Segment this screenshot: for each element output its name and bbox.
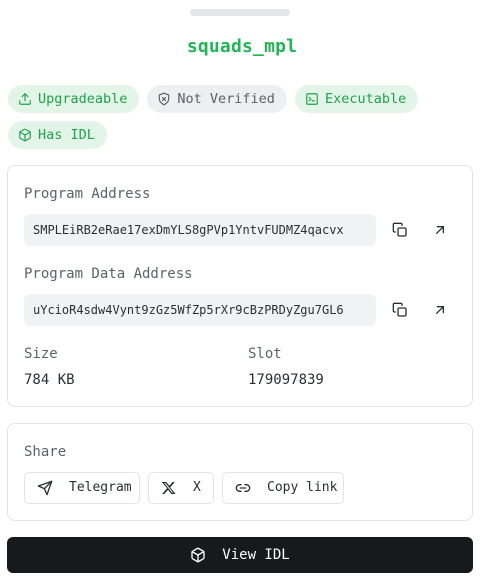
size-label: Size: [24, 346, 58, 362]
share-card: Share Telegram X Copy link: [7, 423, 473, 521]
view-idl-button[interactable]: View IDL: [7, 537, 473, 573]
share-x-button[interactable]: X: [148, 472, 214, 504]
program-address-label: Program Address: [24, 186, 151, 202]
cube-icon: [19, 128, 31, 142]
program-details-card: Program Address SMPLEiRB2eRae17exDmYLS8g…: [7, 165, 473, 407]
badge-executable: Executable: [294, 85, 419, 113]
external-link-icon: [436, 306, 444, 314]
external-link-icon: [436, 226, 444, 234]
program-name: squads_mpl: [186, 36, 298, 57]
slot-label: Slot: [248, 346, 282, 362]
copy-link-label: Copy link: [267, 480, 338, 495]
badge-label: Has IDL: [38, 127, 95, 143]
badge-label: Executable: [324, 91, 407, 107]
program-data-address-field[interactable]: uYcioR4sdw4Vynt9zGz5WfZp5rXr9cBzPRDyZgu7…: [24, 294, 376, 326]
badge-has-idl: Has IDL: [8, 121, 107, 149]
cube-icon: [191, 547, 205, 563]
badge-list: Upgradeable Not Verified Executable Has …: [8, 85, 478, 149]
share-telegram-label: Telegram: [69, 480, 132, 495]
badge-upgradeable: Upgradeable: [8, 85, 140, 113]
terminal-icon: [306, 93, 318, 105]
program-data-address-label: Program Data Address: [24, 266, 193, 282]
x-logo-icon: [161, 482, 176, 494]
send-icon: [37, 480, 53, 496]
program-address-field[interactable]: SMPLEiRB2eRae17exDmYLS8gPVp1YntvFUDMZ4qa…: [24, 214, 376, 246]
slot-value: 179097839: [248, 372, 324, 388]
share-title: Share: [24, 444, 67, 460]
link-icon: [235, 484, 251, 492]
upload-icon: [19, 93, 31, 105]
copy-icon: [392, 222, 407, 237]
share-telegram-button[interactable]: Telegram: [24, 472, 140, 504]
open-program-data-address-button[interactable]: [428, 298, 452, 322]
size-value: 784 KB: [24, 372, 75, 388]
badge-label: Upgradeable: [38, 91, 128, 107]
open-program-address-button[interactable]: [428, 218, 452, 242]
drag-handle[interactable]: [190, 9, 290, 16]
copy-program-address-button[interactable]: [388, 218, 412, 242]
copy-icon: [392, 302, 407, 317]
shield-x-icon: [159, 92, 170, 106]
view-idl-label: View IDL: [222, 547, 290, 563]
copy-program-data-address-button[interactable]: [388, 298, 412, 322]
badge-label: Not Verified: [177, 91, 275, 107]
copy-link-button[interactable]: Copy link: [222, 472, 344, 504]
share-x-label: X: [193, 480, 201, 495]
badge-not-verified: Not Verified: [147, 85, 287, 113]
